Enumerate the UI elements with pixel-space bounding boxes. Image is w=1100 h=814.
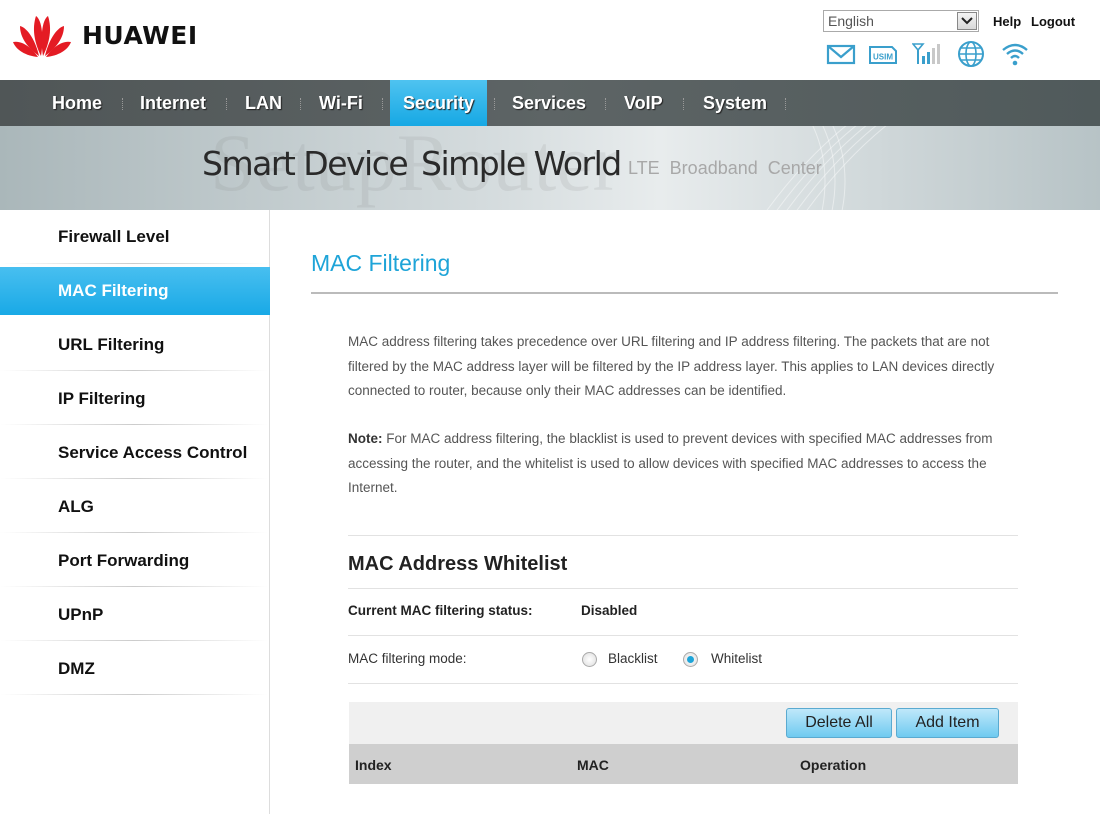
nav-lan[interactable]: LAN [245,80,282,126]
main-nav: Home Internet LAN Wi-Fi Security Service… [0,80,1100,126]
note-label: Note: [348,431,383,446]
brand-name: HUAWEI [82,20,198,50]
sidebar-item-url-filtering[interactable]: URL Filtering [0,321,270,369]
language-value: English [828,13,874,29]
nav-internet[interactable]: Internet [140,80,206,126]
table-header [349,744,1018,784]
sidebar-item-dmz[interactable]: DMZ [0,645,270,693]
wifi-icon[interactable] [1000,40,1030,68]
banner-subtitle: LTE Broadband Center [628,158,822,178]
whitelist-radio[interactable] [683,652,698,667]
mail-icon[interactable] [826,40,856,68]
sidebar-item-mac-filtering[interactable]: MAC Filtering [0,267,270,315]
nav-separator [494,98,495,110]
nav-services[interactable]: Services [512,80,586,126]
nav-separator [226,98,227,110]
chevron-down-icon[interactable] [957,12,977,30]
nav-separator [605,98,606,110]
sidebar-item-alg[interactable]: ALG [0,483,270,531]
globe-icon[interactable] [956,40,986,68]
column-header-mac: MAC [577,757,609,773]
whitelist-label[interactable]: Whitelist [711,651,762,666]
sidebar-divider [0,532,268,533]
logout-link[interactable]: Logout [1031,14,1075,29]
sidebar-divider [0,263,268,264]
title-divider [311,292,1058,294]
nav-voip[interactable]: VoIP [624,80,663,126]
header: HUAWEI English Help Logout USIM [0,0,1100,80]
sidebar-item-service-access-control[interactable]: Service Access Control [0,429,270,477]
banner-slogan-1: Smart Device [202,144,409,183]
description-text: MAC address filtering takes precedence o… [348,334,995,398]
sidebar-item-firewall-level[interactable]: Firewall Level [0,213,270,261]
nav-separator [683,98,684,110]
status-label: Current MAC filtering status: [348,603,533,618]
status-value: Disabled [581,603,638,618]
nav-separator [122,98,123,110]
sidebar-divider [0,424,268,425]
sidebar: Firewall Level MAC Filtering URL Filteri… [0,210,270,814]
sidebar-item-upnp[interactable]: UPnP [0,591,270,639]
banner: SetupRouter Smart Device Simple World LT… [0,126,1100,210]
huawei-flower-icon [13,16,71,57]
language-select[interactable]: English [823,10,979,32]
signal-icon[interactable] [912,40,944,68]
row-divider [348,635,1018,636]
section-title: MAC Address Whitelist [348,553,568,575]
huawei-logo: HUAWEI [12,12,198,58]
delete-all-button[interactable]: Delete All [786,708,892,738]
svg-text:USIM: USIM [873,53,893,62]
blacklist-radio[interactable] [582,652,597,667]
column-header-index: Index [355,757,392,773]
mode-label: MAC filtering mode: [348,651,467,666]
add-item-button[interactable]: Add Item [896,708,999,738]
nav-separator [785,98,786,110]
nav-security[interactable]: Security [390,80,488,126]
nav-home[interactable]: Home [52,80,102,126]
blacklist-label[interactable]: Blacklist [608,651,658,666]
sidebar-divider [0,478,268,479]
nav-separator [300,98,301,110]
usim-icon[interactable]: USIM [868,40,898,68]
sidebar-divider [0,586,268,587]
section-divider [348,535,1018,536]
page-title: MAC Filtering [311,250,451,276]
sidebar-divider [0,640,268,641]
sidebar-item-port-forwarding[interactable]: Port Forwarding [0,537,270,585]
note-text: Note: For MAC address filtering, the bla… [348,427,1028,501]
column-header-operation: Operation [800,757,867,773]
nav-wifi[interactable]: Wi-Fi [319,80,363,126]
sidebar-divider [0,694,268,695]
nav-separator [382,98,383,110]
banner-slogan-2: Simple World [421,144,622,183]
sidebar-item-ip-filtering[interactable]: IP Filtering [0,375,270,423]
note-body: For MAC address filtering, the blacklist… [348,431,993,495]
nav-system[interactable]: System [703,80,767,126]
row-divider [348,683,1018,684]
help-link[interactable]: Help [993,14,1021,29]
row-divider [348,588,1018,589]
sidebar-divider [0,370,268,371]
